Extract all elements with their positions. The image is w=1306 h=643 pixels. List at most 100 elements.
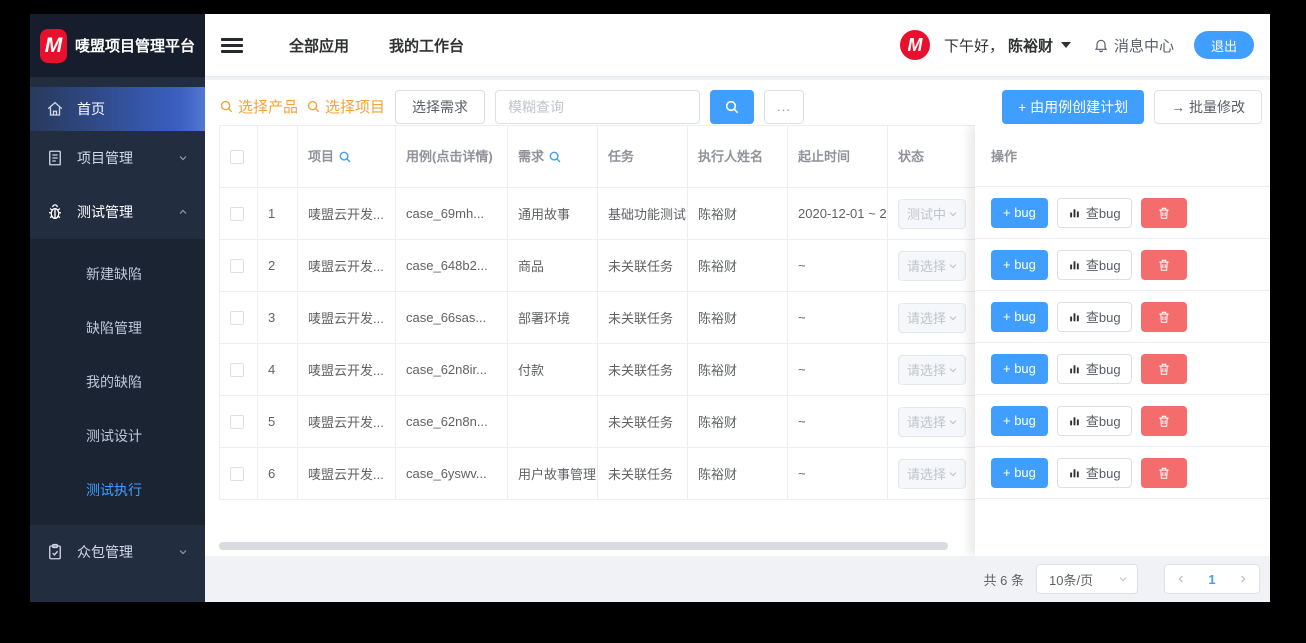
status-select[interactable]: 请选择	[898, 302, 966, 333]
operations-fixed-column: 操作 + bug 查bug + bug 查bug + bug 查bug + bug 查bug +…	[975, 125, 1270, 556]
cell-dates: ~	[787, 291, 888, 344]
add-bug-button[interactable]: + bug	[991, 197, 1048, 228]
nav-all-apps[interactable]: 全部应用	[289, 35, 349, 56]
cell-case[interactable]: case_6yswv...	[395, 447, 508, 500]
column-header-label: 起止时间	[798, 149, 851, 164]
sidebar-menu: 首页 项目管理 测试管理 新建缺陷 缺陷管理 我的缺陷 测试设计 测试执行 众包…	[30, 77, 205, 579]
status-select[interactable]: 请选择	[898, 458, 966, 489]
bar-chart-icon	[1070, 365, 1079, 374]
column-header: 项目	[297, 125, 396, 188]
status-select[interactable]: 请选择	[898, 354, 966, 385]
create-plan-from-case-button[interactable]: + 由用例创建计划	[1002, 89, 1145, 124]
status-select[interactable]: 请选择	[898, 406, 966, 437]
select-all-checkbox[interactable]	[230, 149, 244, 164]
cell-executor: 陈裕财	[687, 343, 788, 396]
current-page-button[interactable]: 1	[1197, 572, 1227, 587]
user-avatar[interactable]: M	[899, 30, 930, 60]
next-page-button[interactable]	[1227, 565, 1259, 593]
status-select[interactable]: 请选择	[898, 250, 966, 281]
cell-project: 唛盟云开发...	[297, 343, 396, 396]
cell-case[interactable]: case_62n8ir...	[395, 343, 508, 396]
view-bug-button[interactable]: 查bug	[1056, 457, 1132, 488]
horizontal-scrollbar[interactable]	[219, 542, 948, 550]
view-bug-button[interactable]: 查bug	[1056, 197, 1132, 228]
app-title: 唛盟项目管理平台	[74, 38, 195, 55]
prev-page-button[interactable]	[1165, 565, 1197, 593]
select-requirement-button[interactable]: 选择需求	[395, 89, 486, 124]
delete-button[interactable]	[1140, 353, 1187, 384]
row-checkbox[interactable]	[230, 206, 244, 221]
delete-button[interactable]	[1140, 457, 1187, 488]
more-filters-button[interactable]: ...	[764, 89, 805, 124]
cell-case[interactable]: case_69mh...	[395, 187, 508, 240]
user-greeting[interactable]: 下午好， 陈裕财	[944, 35, 1071, 56]
row-checkbox[interactable]	[230, 258, 244, 273]
sidebar-item-test-design[interactable]: 测试设计	[30, 409, 205, 463]
trash-icon	[1158, 363, 1169, 375]
chevron-down-icon	[1119, 577, 1127, 582]
add-bug-button[interactable]: + bug	[991, 249, 1048, 280]
sidebar-item-my-defects[interactable]: 我的缺陷	[30, 355, 205, 409]
bar-chart-icon	[1070, 261, 1079, 270]
search-icon[interactable]	[338, 150, 352, 164]
delete-button[interactable]	[1140, 405, 1187, 436]
delete-button[interactable]	[1140, 301, 1187, 332]
page-size-select[interactable]: 10条/页	[1036, 564, 1138, 594]
bar-chart-icon	[1070, 469, 1079, 478]
trash-icon	[1158, 311, 1169, 323]
sidebar-item-crowd-mgmt[interactable]: 众包管理	[30, 525, 205, 579]
document-icon	[46, 149, 64, 167]
collapse-menu-icon[interactable]	[221, 35, 245, 56]
view-bug-label: 查bug	[1085, 466, 1121, 481]
add-bug-button[interactable]: + bug	[991, 457, 1048, 488]
row-checkbox[interactable]	[230, 414, 244, 429]
nav-my-workbench[interactable]: 我的工作台	[389, 35, 464, 56]
filter-toolbar: 选择产品 选择项目 选择需求 ... + 由用例创建计划 → 批量修改	[205, 80, 1270, 125]
cell-case[interactable]: case_62n8n...	[395, 395, 508, 448]
sidebar-item-label: 项目管理	[77, 150, 133, 166]
view-bug-button[interactable]: 查bug	[1056, 405, 1132, 436]
row-checkbox[interactable]	[230, 310, 244, 325]
cell-case[interactable]: case_648b2...	[395, 239, 508, 292]
search-button[interactable]	[710, 89, 755, 124]
search-icon[interactable]	[548, 150, 562, 164]
cell-executor: 陈裕财	[687, 239, 788, 292]
page-size-value: 10条/页	[1049, 572, 1094, 588]
add-bug-button[interactable]: + bug	[991, 301, 1048, 332]
status-select[interactable]: 测试中	[898, 198, 966, 229]
cell-task: 未关联任务	[597, 395, 688, 448]
message-center[interactable]: 消息中心	[1093, 35, 1174, 56]
view-bug-button[interactable]: 查bug	[1056, 353, 1132, 384]
cell-executor: 陈裕财	[687, 447, 788, 500]
sidebar-item-home[interactable]: 首页	[30, 87, 205, 131]
sidebar-item-test-mgmt[interactable]: 测试管理	[30, 185, 205, 239]
cell-case[interactable]: case_66sas...	[395, 291, 508, 344]
select-project-link[interactable]: 选择项目	[306, 96, 385, 117]
sidebar-item-new-defect[interactable]: 新建缺陷	[30, 247, 205, 301]
delete-button[interactable]	[1140, 197, 1187, 228]
cell-task: 基础功能测试	[597, 187, 688, 240]
logout-button[interactable]: 退出	[1193, 31, 1254, 59]
view-bug-button[interactable]: 查bug	[1056, 249, 1132, 280]
delete-button[interactable]	[1140, 249, 1187, 280]
select-product-link[interactable]: 选择产品	[219, 96, 298, 117]
add-bug-button[interactable]: + bug	[991, 353, 1048, 384]
cell-requirement: 通用故事	[507, 187, 598, 240]
sidebar-item-project-mgmt[interactable]: 项目管理	[30, 131, 205, 185]
search-icon	[307, 100, 320, 113]
view-bug-button[interactable]: 查bug	[1056, 301, 1132, 332]
table-row: 1 唛盟云开发... case_69mh... 通用故事 基础功能测试 陈裕财 2020-1…	[219, 187, 1018, 240]
sidebar-item-defect-mgmt[interactable]: 缺陷管理	[30, 301, 205, 355]
row-checkbox[interactable]	[230, 362, 244, 377]
batch-edit-button[interactable]: → 批量修改	[1154, 89, 1262, 124]
test-plan-table: 项目 用例(点击详情) 需求 任务 执行人姓名 起止时间 状态 1 唛盟云开发... case_…	[219, 125, 1018, 500]
sidebar-item-test-execution[interactable]: 测试执行	[30, 463, 205, 517]
cell-dates: 2020-12-01 ~ 20	[787, 187, 888, 240]
fuzzy-search-input[interactable]	[495, 89, 701, 124]
row-checkbox[interactable]	[230, 466, 244, 481]
bug-icon	[46, 203, 64, 221]
add-bug-button[interactable]: + bug	[991, 405, 1048, 436]
sidebar-item-label: 测试管理	[77, 204, 133, 220]
column-header-label: 执行人姓名	[698, 149, 764, 164]
table-card: 选择产品 选择项目 选择需求 ... + 由用例创建计划 → 批量修改	[205, 80, 1270, 556]
